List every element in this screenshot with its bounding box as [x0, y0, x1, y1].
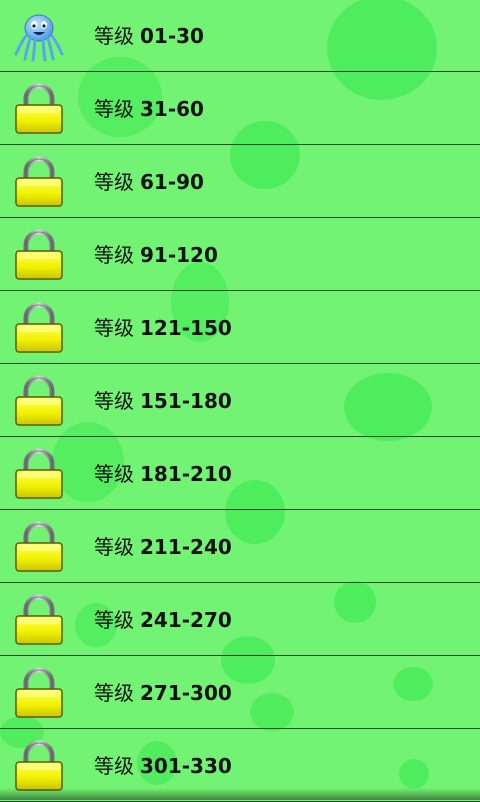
level-range: 61-90 [140, 170, 204, 194]
level-range: 211-240 [140, 535, 232, 559]
level-range: 271-300 [140, 681, 232, 705]
lock-icon [14, 521, 64, 573]
lock-icon [14, 448, 64, 500]
lock-icon [14, 375, 64, 427]
lock-icon [14, 740, 64, 792]
level-label: 等级 01-30 [94, 0, 204, 72]
level-label: 等级 181-210 [94, 438, 232, 510]
level-label: 等级 211-240 [94, 511, 232, 583]
level-row[interactable]: 等级 121-150 [0, 292, 480, 364]
level-row[interactable]: 等级 01-30 [0, 0, 480, 72]
octopus-icon [14, 10, 64, 62]
level-row[interactable]: 等级 61-90 [0, 146, 480, 218]
level-row[interactable]: 等级 151-180 [0, 365, 480, 437]
level-row[interactable]: 等级 241-270 [0, 584, 480, 656]
lock-icon [14, 667, 64, 719]
level-prefix: 等级 [94, 170, 134, 194]
level-prefix: 等级 [94, 535, 134, 559]
level-prefix: 等级 [94, 462, 134, 486]
level-label: 等级 61-90 [94, 146, 204, 218]
level-range: 01-30 [140, 24, 204, 48]
list-bottom-shadow [0, 788, 480, 800]
level-label: 等级 151-180 [94, 365, 232, 437]
level-prefix: 等级 [94, 24, 134, 48]
level-range: 301-330 [140, 754, 232, 778]
level-prefix: 等级 [94, 754, 134, 778]
level-list: 等级 01-30 等级 31-60 等级 61-90 等级 91-120 等级 … [0, 0, 480, 802]
level-prefix: 等级 [94, 97, 134, 121]
lock-icon [14, 156, 64, 208]
level-range: 31-60 [140, 97, 204, 121]
level-range: 181-210 [140, 462, 232, 486]
level-prefix: 等级 [94, 316, 134, 340]
level-row[interactable]: 等级 211-240 [0, 511, 480, 583]
level-prefix: 等级 [94, 243, 134, 267]
level-label: 等级 91-120 [94, 219, 218, 291]
level-prefix: 等级 [94, 681, 134, 705]
level-prefix: 等级 [94, 608, 134, 632]
lock-icon [14, 302, 64, 354]
level-label: 等级 121-150 [94, 292, 232, 364]
lock-icon [14, 229, 64, 281]
lock-icon [14, 83, 64, 135]
level-prefix: 等级 [94, 389, 134, 413]
level-label: 等级 271-300 [94, 657, 232, 729]
level-label: 等级 31-60 [94, 73, 204, 145]
lock-icon [14, 594, 64, 646]
level-label: 等级 241-270 [94, 584, 232, 656]
level-range: 91-120 [140, 243, 218, 267]
level-range: 241-270 [140, 608, 232, 632]
level-range: 121-150 [140, 316, 232, 340]
level-row[interactable]: 等级 91-120 [0, 219, 480, 291]
level-range: 151-180 [140, 389, 232, 413]
level-row[interactable]: 等级 271-300 [0, 657, 480, 729]
level-row[interactable]: 等级 181-210 [0, 438, 480, 510]
level-row[interactable]: 等级 31-60 [0, 73, 480, 145]
